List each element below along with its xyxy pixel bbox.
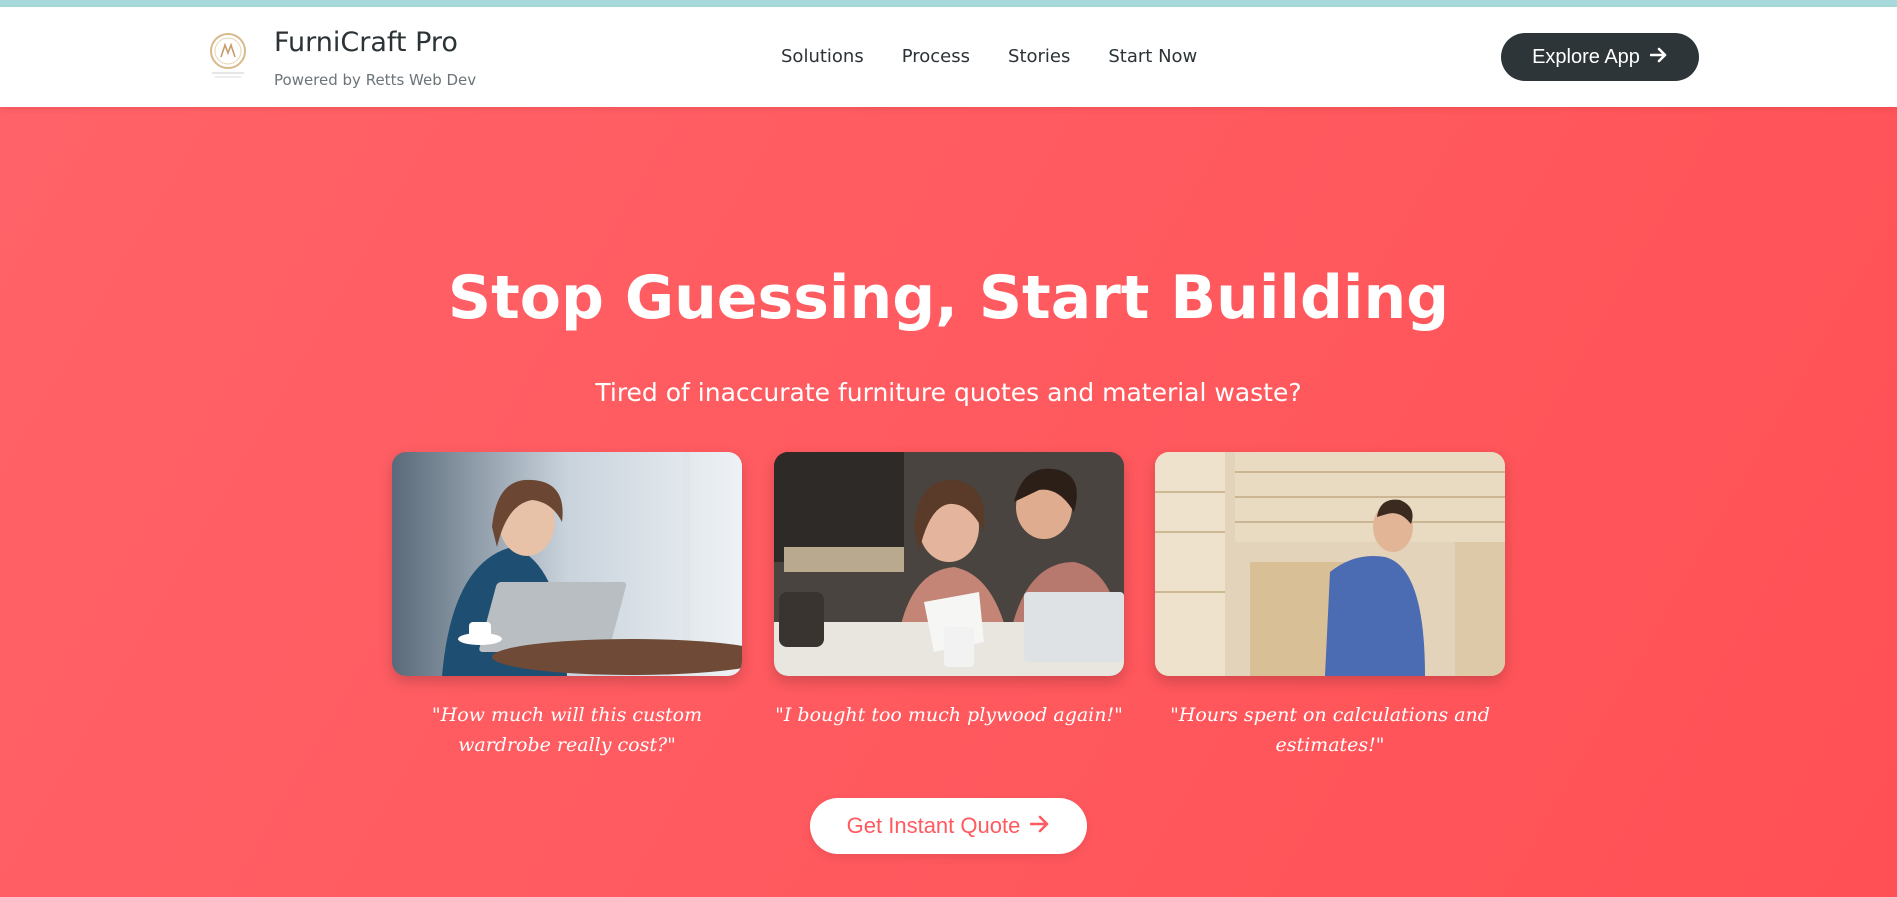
nav-link-stories[interactable]: Stories: [1008, 46, 1070, 67]
top-accent-strip: [0, 0, 1897, 7]
card-image-worried-woman: [392, 452, 742, 676]
arrow-right-icon: [1649, 46, 1668, 69]
brand-logo-icon[interactable]: [206, 29, 250, 81]
arrow-right-icon: [1030, 813, 1050, 839]
card-caption-wardrobe-cost: "How much will this custom wardrobe real…: [431, 704, 703, 756]
hero-subtitle: Tired of inaccurate furniture quotes and…: [595, 378, 1302, 407]
get-instant-quote-label: Get Instant Quote: [846, 813, 1021, 838]
nav-link-solutions[interactable]: Solutions: [781, 46, 864, 67]
explore-app-button[interactable]: Explore App: [1501, 33, 1699, 81]
card-caption-calculations: "Hours spent on calculations and estimat…: [1170, 704, 1490, 756]
navbar: FurniCraft Pro Powered by Retts Web Dev …: [0, 7, 1897, 107]
explore-app-label: Explore App: [1532, 45, 1640, 68]
card-image-man-with-plywood: [1155, 452, 1505, 676]
card-image-stressed-couple: [774, 452, 1124, 676]
get-instant-quote-button[interactable]: Get Instant Quote: [810, 798, 1087, 854]
nav-link-process[interactable]: Process: [902, 46, 970, 67]
brand-subtitle: Powered by Retts Web Dev: [274, 71, 477, 89]
card-caption-plywood: "I bought too much plywood again!": [775, 704, 1123, 726]
main-nav: Solutions Process Stories Start Now: [781, 46, 1235, 67]
brand-title[interactable]: FurniCraft Pro: [274, 27, 458, 58]
hero-title: Stop Guessing, Start Building: [447, 263, 1450, 333]
nav-link-start-now[interactable]: Start Now: [1108, 46, 1197, 67]
